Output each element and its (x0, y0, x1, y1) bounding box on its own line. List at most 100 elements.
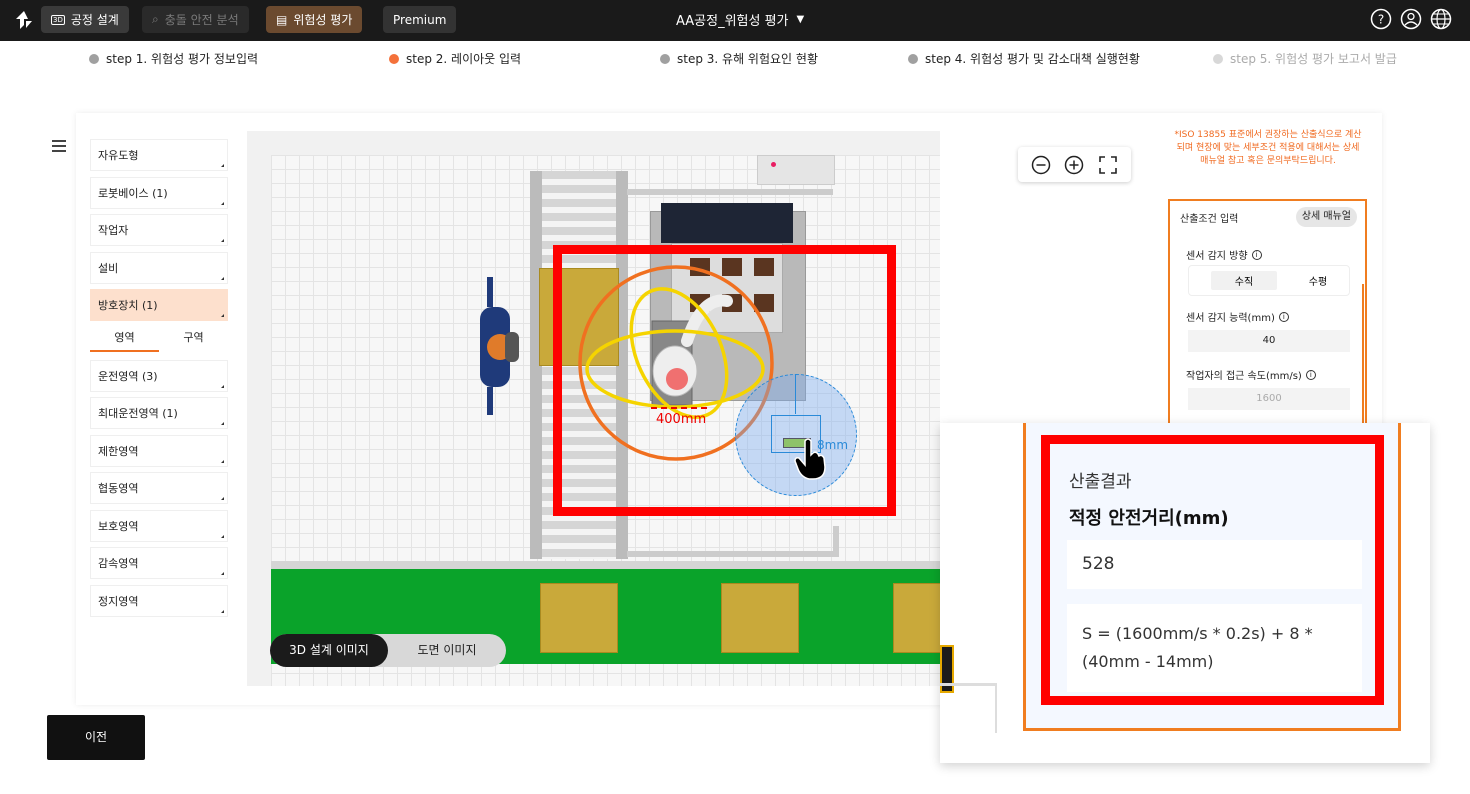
calc-title: 산출조건 입력 (1180, 214, 1239, 225)
canvas-fragment (940, 683, 996, 686)
tab-label: 공정 설계 (70, 13, 119, 27)
sidebar-item-label: 운전영역 (3) (98, 369, 158, 383)
sidebar-item-freeform[interactable]: 자유도형 (90, 139, 228, 171)
sidebar-item-operating-area[interactable]: 운전영역 (3) (90, 359, 228, 392)
field-label: 작업자의 접근 속도(mm/s) i (1186, 367, 1316, 382)
area-subtabs: 영역 구역 (90, 327, 228, 352)
sidebar-item-label: 보호영역 (98, 519, 139, 533)
tab-premium[interactable]: Premium (383, 6, 457, 33)
option-vertical[interactable]: 수직 (1210, 271, 1278, 290)
sidebar-item-label: 제한영역 (98, 444, 139, 458)
help-icon[interactable]: ? (1370, 8, 1392, 30)
zoom-controls (1018, 147, 1131, 182)
box-object (721, 583, 799, 653)
tab-zone[interactable]: 구역 (159, 327, 228, 352)
tab-risk-assessment[interactable]: ▤ 위험성 평가 (266, 6, 363, 33)
caret-down-icon: ▼ (796, 14, 805, 25)
menu-icon[interactable] (52, 140, 66, 152)
sidebar-item-label: 자유도형 (98, 149, 139, 162)
scroll-track[interactable] (1362, 284, 1364, 424)
search-icon: ⌕ (152, 12, 159, 26)
label-text: 센서 감지 방향 (1186, 251, 1248, 262)
svg-text:?: ? (1378, 13, 1384, 27)
document-icon: ▤ (276, 12, 288, 27)
sidebar-item-robot-base[interactable]: 로봇베이스 (1) (90, 176, 228, 209)
sidebar-item-restricted-area[interactable]: 제한영역 (90, 434, 228, 467)
tab-label: 위험성 평가 (293, 13, 353, 27)
project-title-dropdown[interactable]: AA공정_위험성 평가 ▼ (676, 10, 804, 29)
step-indicator: step 1. 위험성 평가 정보입력 step 2. 레이아웃 입력 step… (0, 50, 1470, 70)
pipe (627, 551, 839, 557)
canvas-fragment (995, 683, 997, 733)
indicator-dot (771, 162, 776, 167)
sidebar-item-label: 로봇베이스 (1) (98, 186, 168, 200)
info-icon[interactable]: i (1251, 249, 1262, 260)
tab-label: 충돌 안전 분석 (164, 13, 239, 27)
sidebar-item-collaborative-area[interactable]: 협동영역 (90, 472, 228, 504)
zoom-out-icon[interactable] (1031, 155, 1051, 175)
label-text: 작업자의 접근 속도(mm/s) (1186, 371, 1302, 382)
tab-process-design[interactable]: 3D 공정 설계 (41, 6, 129, 33)
manual-button[interactable]: 상세 매뉴얼 (1295, 207, 1357, 227)
step-4[interactable]: step 4. 위험성 평가 및 감소대책 실행현황 (908, 50, 1140, 67)
sidebar-item-protected-area[interactable]: 보호영역 (90, 509, 228, 542)
view-3d-button[interactable]: 3D 설계 이미지 (270, 634, 388, 667)
step-3[interactable]: step 3. 유해 위험요인 현황 (660, 50, 818, 67)
step-dot (389, 53, 399, 64)
iso-note: *ISO 13855 표준에서 권장하는 산출식으로 계산되며 현장에 맞는 세… (1174, 127, 1362, 195)
sensor-capacity-input[interactable]: 40 (1188, 330, 1350, 352)
pipe (627, 189, 833, 195)
step-label: step 5. 위험성 평가 보고서 발급 (1230, 52, 1397, 66)
view-drawing-button[interactable]: 도면 이미지 (388, 634, 506, 667)
step-label: step 2. 레이아웃 입력 (406, 52, 522, 66)
sidebar-item-label: 방호장치 (1) (98, 299, 158, 312)
step-label: step 4. 위험성 평가 및 감소대책 실행현황 (925, 52, 1140, 66)
pipe (757, 155, 835, 185)
step-label: step 3. 유해 위험요인 현황 (677, 52, 818, 66)
prev-button[interactable]: 이전 (47, 715, 145, 760)
step-5[interactable]: step 5. 위험성 평가 보고서 발급 (1213, 50, 1397, 67)
sidebar-item-slowdown-area[interactable]: 감속영역 (90, 547, 228, 579)
top-bar: 3D 공정 설계 ⌕ 충돌 안전 분석 ▤ 위험성 평가 Premium AA공… (0, 0, 1470, 41)
step-1[interactable]: step 1. 위험성 평가 정보입력 (89, 50, 258, 67)
calc-conditions-panel: 산출조건 입력 상세 매뉴얼 센서 감지 방향 i 수직 수평 센서 감지 능력(… (1168, 199, 1367, 427)
sidebar-item-label: 설비 (98, 261, 119, 275)
step-2[interactable]: step 2. 레이아웃 입력 (389, 50, 521, 67)
sidebar-item-stop-area[interactable]: 정지영역 (90, 584, 228, 617)
worker-figure (480, 277, 519, 415)
info-icon[interactable]: i (1305, 369, 1316, 380)
project-title: AA공정_위험성 평가 (676, 14, 789, 29)
step-label: step 1. 위험성 평가 정보입력 (106, 52, 259, 66)
option-horizontal[interactable]: 수평 (1309, 273, 1327, 288)
object-sidebar: 자유도형 로봇베이스 (1) 작업자 설비 방호장치 (1) 영역 구역 운전영… (90, 139, 228, 622)
machine-top (661, 203, 793, 243)
field-label: 센서 감지 능력(mm) i (1186, 309, 1289, 324)
step-dot (89, 53, 99, 64)
sidebar-item-max-operating-area[interactable]: 최대운전영역 (1) (90, 397, 228, 429)
pipe (833, 526, 839, 556)
tab-collision-analysis[interactable]: ⌕ 충돌 안전 분석 (142, 6, 249, 33)
sidebar-item-label: 작업자 (98, 224, 129, 237)
zoom-in-icon[interactable] (1064, 155, 1084, 175)
tab-label: Premium (393, 12, 447, 27)
step-dot (1213, 53, 1223, 64)
globe-icon[interactable] (1430, 8, 1452, 30)
sidebar-item-worker[interactable]: 작업자 (90, 214, 228, 246)
highlight-box (553, 245, 896, 516)
view-toggle: 3D 설계 이미지 도면 이미지 (270, 634, 506, 667)
field-label: 센서 감지 방향 i (1186, 247, 1262, 262)
box-object (540, 583, 618, 653)
sidebar-item-label: 정지영역 (98, 594, 139, 608)
step-dot (908, 53, 918, 64)
sensor-direction-selector: 수직 수평 (1188, 265, 1350, 296)
approach-speed-input[interactable]: 1600 (1188, 388, 1350, 410)
info-icon[interactable]: i (1278, 311, 1289, 322)
fullscreen-icon[interactable] (1098, 155, 1118, 175)
sidebar-item-equipment[interactable]: 설비 (90, 251, 228, 284)
tab-area[interactable]: 영역 (90, 327, 159, 352)
3d-icon: 3D (51, 14, 65, 25)
sidebar-item-protection[interactable]: 방호장치 (1) (90, 289, 228, 321)
user-icon[interactable] (1400, 8, 1422, 30)
logo-icon[interactable] (14, 10, 34, 30)
label-text: 센서 감지 능력(mm) (1186, 313, 1275, 324)
